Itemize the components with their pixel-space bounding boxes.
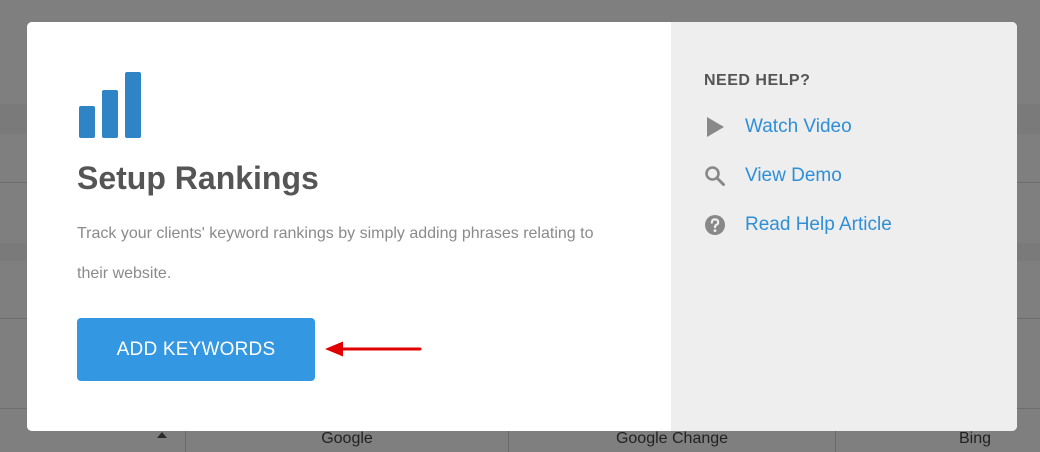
read-help-article-link[interactable]: Read Help Article: [704, 212, 892, 238]
play-icon: [704, 116, 726, 138]
read-help-article-label[interactable]: Read Help Article: [745, 214, 892, 236]
modal-title: Setup Rankings: [77, 160, 319, 196]
watch-video-link[interactable]: Watch Video: [704, 114, 852, 140]
question-circle-icon: [704, 214, 726, 236]
view-demo-label[interactable]: View Demo: [745, 165, 842, 187]
modal-description: Track your clients' keyword rankings by …: [77, 225, 594, 282]
pointer-arrow-icon: [325, 341, 422, 357]
add-keywords-button[interactable]: ADD KEYWORDS: [77, 318, 315, 381]
modal-main-panel: Setup Rankings Track your clients' keywo…: [27, 22, 671, 431]
view-demo-link[interactable]: View Demo: [704, 163, 842, 189]
setup-rankings-modal: Setup Rankings Track your clients' keywo…: [27, 22, 1017, 431]
watch-video-label[interactable]: Watch Video: [745, 116, 852, 138]
search-icon: [704, 165, 726, 187]
help-title: NEED HELP?: [704, 72, 811, 89]
bar-chart-icon: [79, 72, 141, 138]
help-panel: NEED HELP? Watch Video View Demo Read He…: [671, 22, 1017, 431]
